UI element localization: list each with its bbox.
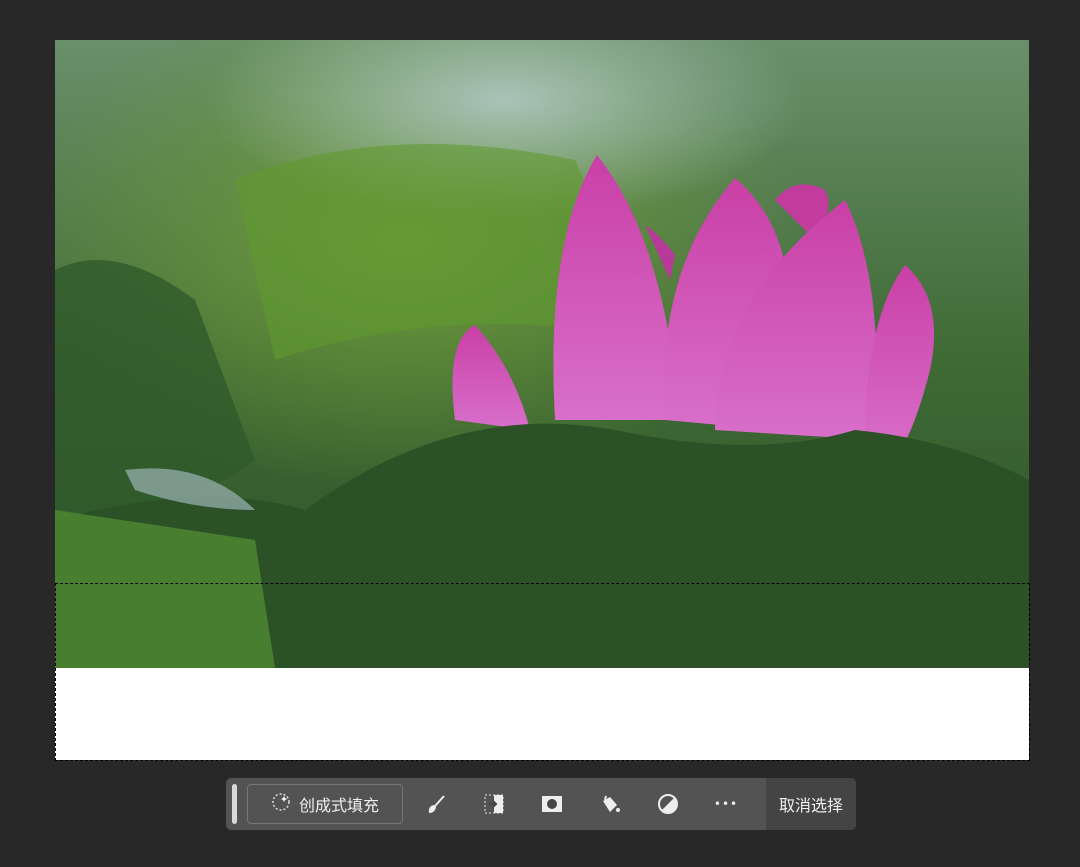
- generative-fill-icon: [271, 792, 291, 816]
- deselect-button[interactable]: 取消选择: [765, 778, 856, 830]
- mask-icon: [542, 796, 562, 812]
- drag-handle[interactable]: [232, 784, 237, 824]
- contextual-task-bar: 创成式填充 ••• 取消选择: [226, 778, 856, 830]
- paint-bucket-icon: [603, 795, 620, 812]
- mask-button[interactable]: [523, 778, 581, 830]
- more-options-button[interactable]: •••: [697, 778, 755, 830]
- lotus-image: [55, 144, 1029, 668]
- more-icon: •••: [713, 797, 739, 811]
- document-canvas[interactable]: [55, 40, 1029, 760]
- brush-tool-button[interactable]: [407, 778, 465, 830]
- adjustment-icon: [658, 794, 678, 814]
- transform-selection-icon: [484, 794, 504, 814]
- transform-selection-button[interactable]: [465, 778, 523, 830]
- brush-icon: [428, 795, 445, 813]
- generative-fill-label: 创成式填充: [298, 796, 379, 815]
- fill-button[interactable]: [581, 778, 639, 830]
- generative-fill-button[interactable]: 创成式填充: [247, 784, 403, 824]
- deselect-label: 取消选择: [778, 796, 843, 815]
- lotus-photo: [55, 40, 1029, 668]
- adjustment-button[interactable]: [639, 778, 697, 830]
